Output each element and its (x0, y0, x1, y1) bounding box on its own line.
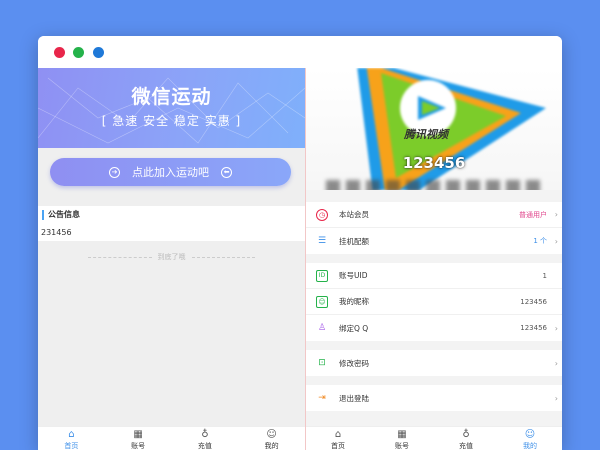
end-of-list-text: 到底了哦 (157, 253, 186, 261)
blurred-text-decoration (326, 180, 546, 190)
id-card-icon: ID (316, 270, 328, 282)
end-of-list-indicator: 到底了哦 (88, 252, 255, 262)
tab-label: 账号 (395, 442, 409, 450)
tab-account[interactable]: ▦ 账号 (105, 427, 172, 450)
row-label: 本站会员 (339, 210, 369, 219)
security-group: ⊡ 修改密码 › (306, 350, 562, 376)
profile-icon: ☺ (316, 296, 328, 308)
member-row[interactable]: ◷ 本站会员 普通用户 › (306, 202, 562, 228)
chevron-right-icon: › (554, 236, 558, 246)
row-value: 1 (542, 271, 547, 280)
row-label: 绑定Q Q (339, 323, 369, 333)
chevron-right-icon: › (554, 358, 558, 368)
profile-screen: 腾讯视频 123456 ◷ 本站会员 普通用户 › ☰ 挂机配额 1 个 › I… (305, 68, 562, 450)
user-icon: ☺ (524, 429, 536, 440)
join-sport-button[interactable]: ➔ 点此加入运动吧 ⬅ (50, 158, 291, 186)
window-titlebar (38, 36, 562, 68)
chevron-right-icon: › (554, 323, 558, 333)
tab-home[interactable]: ⌂ 首页 (38, 427, 105, 450)
logout-row[interactable]: ⇥ 退出登陆 › (306, 385, 562, 411)
row-value: 123456 (520, 324, 547, 332)
user-icon: ☺ (266, 429, 277, 440)
tab-home[interactable]: ⌂ 首页 (306, 427, 370, 450)
profile-header: 腾讯视频 123456 (306, 68, 562, 190)
tab-account[interactable]: ▦ 账号 (370, 427, 434, 450)
minimize-window-button[interactable] (73, 47, 84, 58)
tab-label: 我的 (523, 442, 537, 450)
logout-group: ⇥ 退出登陆 › (306, 385, 562, 411)
row-label: 账号UID (339, 271, 368, 280)
tab-label: 我的 (264, 442, 279, 450)
account-info-group: ID 账号UID 1 ☺ 我的昵称 123456 ♙ 绑定Q Q 123456 … (306, 263, 562, 341)
membership-group: ◷ 本站会员 普通用户 › ☰ 挂机配额 1 个 › (306, 202, 562, 254)
banner-title: 微信运动 (131, 86, 212, 108)
home-banner: 微信运动 [ 急速 安全 稳定 实惠 ] (38, 68, 305, 148)
lock-icon: ⊡ (318, 358, 326, 368)
notice-heading: 公告信息 (42, 210, 80, 220)
row-label: 退出登陆 (339, 393, 369, 403)
change-password-row[interactable]: ⊡ 修改密码 › (306, 350, 562, 376)
nickname-row: ☺ 我的昵称 123456 (306, 289, 562, 315)
tab-label: 首页 (64, 442, 79, 450)
join-sport-label: 点此加入运动吧 (132, 166, 209, 179)
tab-recharge[interactable]: ♁ 充值 (172, 427, 239, 450)
row-label: 我的昵称 (339, 297, 369, 306)
home-icon: ⌂ (334, 429, 342, 440)
database-icon: ☰ (317, 236, 327, 246)
tab-mine[interactable]: ☺ 我的 (498, 427, 562, 450)
row-label: 挂机配额 (339, 236, 369, 246)
account-number: 123456 (402, 154, 466, 172)
divider (88, 256, 152, 258)
row-value: 普通用户 (519, 210, 547, 219)
tab-mine[interactable]: ☺ 我的 (238, 427, 305, 450)
arrow-left-circle-icon: ⬅ (221, 166, 232, 178)
qq-icon: ♙ (317, 323, 327, 333)
member-icon: ◷ (316, 209, 328, 221)
row-label: 修改密码 (339, 358, 369, 368)
quota-row[interactable]: ☰ 挂机配额 1 个 › (306, 228, 562, 254)
row-value: 123456 (520, 297, 547, 306)
close-window-button[interactable] (54, 47, 65, 58)
row-value: 1 个 (533, 237, 547, 245)
tab-label: 首页 (331, 442, 345, 450)
logout-icon: ⇥ (318, 393, 326, 403)
tab-label: 账号 (131, 442, 146, 450)
bottom-tab-bar: ⌂ 首页 ▦ 账号 ♁ 充值 ☺ 我的 (38, 426, 305, 450)
chevron-right-icon: › (554, 210, 558, 219)
account-grid-icon: ▦ (133, 429, 143, 440)
divider (191, 256, 255, 258)
app-window: 微信运动 [ 急速 安全 稳定 实惠 ] ➔ 点此加入运动吧 ⬅ 公告信息 23… (38, 36, 562, 450)
tab-label: 充值 (459, 442, 473, 450)
maximize-window-button[interactable] (93, 47, 104, 58)
bottom-tab-bar: ⌂ 首页 ▦ 账号 ♁ 充值 ☺ 我的 (306, 426, 562, 450)
home-icon: ⌂ (68, 429, 75, 440)
chevron-right-icon: › (554, 393, 558, 403)
notice-content: 231456 (41, 228, 72, 237)
tab-recharge[interactable]: ♁ 充值 (434, 427, 498, 450)
logo-text: 腾讯视频 (404, 128, 448, 141)
arrow-right-circle-icon: ➔ (109, 166, 120, 178)
screens-container: 微信运动 [ 急速 安全 稳定 实惠 ] ➔ 点此加入运动吧 ⬅ 公告信息 23… (38, 68, 562, 450)
recharge-icon: ♁ (201, 429, 209, 440)
uid-row: ID 账号UID 1 (306, 263, 562, 289)
tab-label: 充值 (197, 442, 212, 450)
banner-subtitle: [ 急速 安全 稳定 实惠 ] (101, 114, 242, 128)
recharge-icon: ♁ (462, 429, 470, 440)
notice-card: 公告信息 231456 (38, 206, 305, 241)
account-grid-icon: ▦ (397, 429, 407, 440)
home-screen: 微信运动 [ 急速 安全 稳定 实惠 ] ➔ 点此加入运动吧 ⬅ 公告信息 23… (38, 68, 305, 450)
bind-qq-row[interactable]: ♙ 绑定Q Q 123456 › (306, 315, 562, 341)
